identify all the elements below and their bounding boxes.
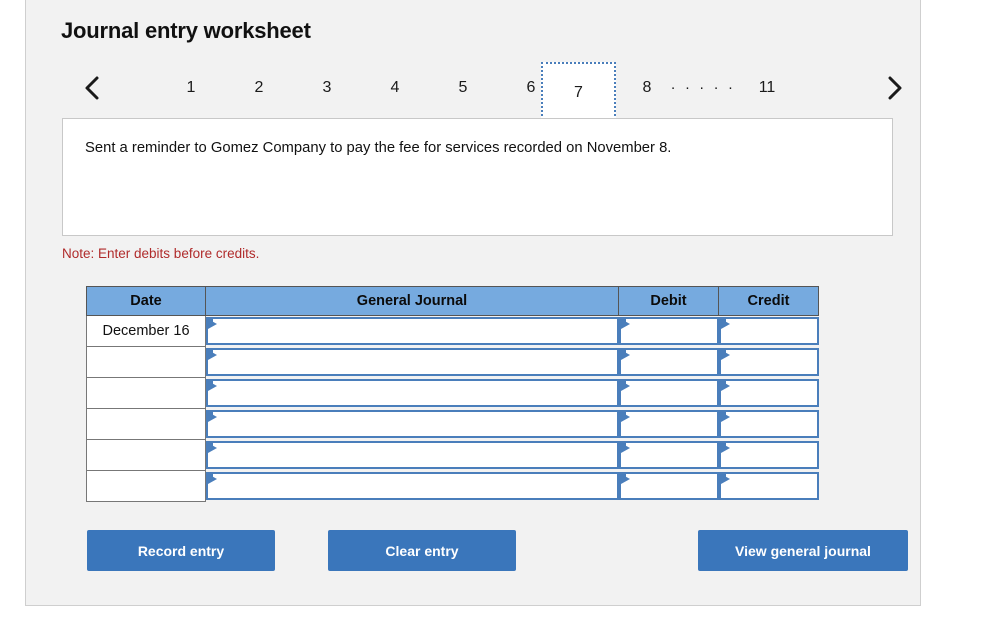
general-journal-cell: [205, 315, 619, 347]
general-journal-cell: [205, 470, 619, 502]
general-journal-cell: [205, 377, 619, 409]
table-header-row: Date General Journal Debit Credit: [86, 286, 819, 316]
pagination-ellipsis: . . . . .: [671, 76, 736, 93]
debit-cell: [618, 377, 719, 409]
journal-entry-table: Date General Journal Debit Credit Decemb…: [86, 286, 819, 502]
credit-cell: [718, 408, 819, 440]
credit-cell: [718, 346, 819, 378]
debit-cell: [618, 315, 719, 347]
pagination-bar: 1 2 3 4 5 6 7 8 . . . . . 11: [46, 62, 902, 120]
record-entry-button[interactable]: Record entry: [87, 530, 275, 571]
general-journal-input[interactable]: [206, 410, 619, 438]
debit-cell: [618, 346, 719, 378]
transaction-description-text: Sent a reminder to Gomez Company to pay …: [85, 140, 672, 156]
debit-input[interactable]: [618, 348, 719, 376]
credit-input[interactable]: [718, 410, 819, 438]
pagination-next-button[interactable]: [874, 62, 916, 114]
table-row: [86, 439, 819, 471]
pagination-page-4[interactable]: 4: [372, 69, 418, 107]
credit-input[interactable]: [718, 472, 819, 500]
general-journal-input[interactable]: [206, 348, 619, 376]
pagination-page-8[interactable]: 8: [624, 69, 670, 107]
credit-cell: [718, 470, 819, 502]
table-row: December 16: [86, 315, 819, 347]
debit-input[interactable]: [618, 472, 719, 500]
debit-input[interactable]: [618, 317, 719, 346]
view-general-journal-button[interactable]: View general journal: [698, 530, 908, 571]
debit-input[interactable]: [618, 441, 719, 469]
pagination-prev-button[interactable]: [71, 62, 113, 114]
debit-input[interactable]: [618, 410, 719, 438]
credit-input[interactable]: [718, 379, 819, 407]
page-title: Journal entry worksheet: [61, 18, 311, 43]
pagination-page-11[interactable]: 11: [744, 69, 790, 107]
credit-input[interactable]: [718, 348, 819, 376]
column-header-credit: Credit: [718, 286, 819, 316]
general-journal-input[interactable]: [206, 379, 619, 407]
general-journal-input[interactable]: [206, 317, 619, 346]
debit-cell: [618, 439, 719, 471]
general-journal-input[interactable]: [206, 441, 619, 469]
clear-entry-button[interactable]: Clear entry: [328, 530, 516, 571]
page-root: Journal entry worksheet 1 2 3 4 5 6 7 8 …: [0, 0, 993, 641]
pagination-page-3[interactable]: 3: [304, 69, 350, 107]
credit-cell: [718, 315, 819, 347]
date-cell[interactable]: [86, 377, 206, 409]
general-journal-cell: [205, 346, 619, 378]
date-cell[interactable]: [86, 439, 206, 471]
chevron-left-icon: [83, 75, 101, 101]
table-row: [86, 408, 819, 440]
worksheet-card: Journal entry worksheet 1 2 3 4 5 6 7 8 …: [25, 0, 921, 606]
debit-cell: [618, 408, 719, 440]
date-cell[interactable]: [86, 346, 206, 378]
chevron-right-icon: [886, 75, 904, 101]
pagination-page-1[interactable]: 1: [168, 69, 214, 107]
table-row: [86, 377, 819, 409]
pagination-page-5[interactable]: 5: [440, 69, 486, 107]
column-header-general-journal: General Journal: [205, 286, 619, 316]
date-cell[interactable]: [86, 470, 206, 502]
debit-cell: [618, 470, 719, 502]
credit-cell: [718, 377, 819, 409]
general-journal-cell: [205, 408, 619, 440]
general-journal-input[interactable]: [206, 472, 619, 500]
debit-input[interactable]: [618, 379, 719, 407]
date-cell[interactable]: [86, 408, 206, 440]
credit-cell: [718, 439, 819, 471]
credit-input[interactable]: [718, 317, 819, 346]
transaction-description-box: Sent a reminder to Gomez Company to pay …: [62, 118, 893, 236]
column-header-debit: Debit: [618, 286, 719, 316]
general-journal-cell: [205, 439, 619, 471]
pagination-page-2[interactable]: 2: [236, 69, 282, 107]
column-header-date: Date: [86, 286, 206, 316]
table-row: [86, 346, 819, 378]
date-cell[interactable]: December 16: [86, 315, 206, 347]
credit-input[interactable]: [718, 441, 819, 469]
pagination-page-7-active[interactable]: 7: [541, 62, 616, 120]
debits-before-credits-note: Note: Enter debits before credits.: [62, 246, 260, 261]
table-row: [86, 470, 819, 502]
